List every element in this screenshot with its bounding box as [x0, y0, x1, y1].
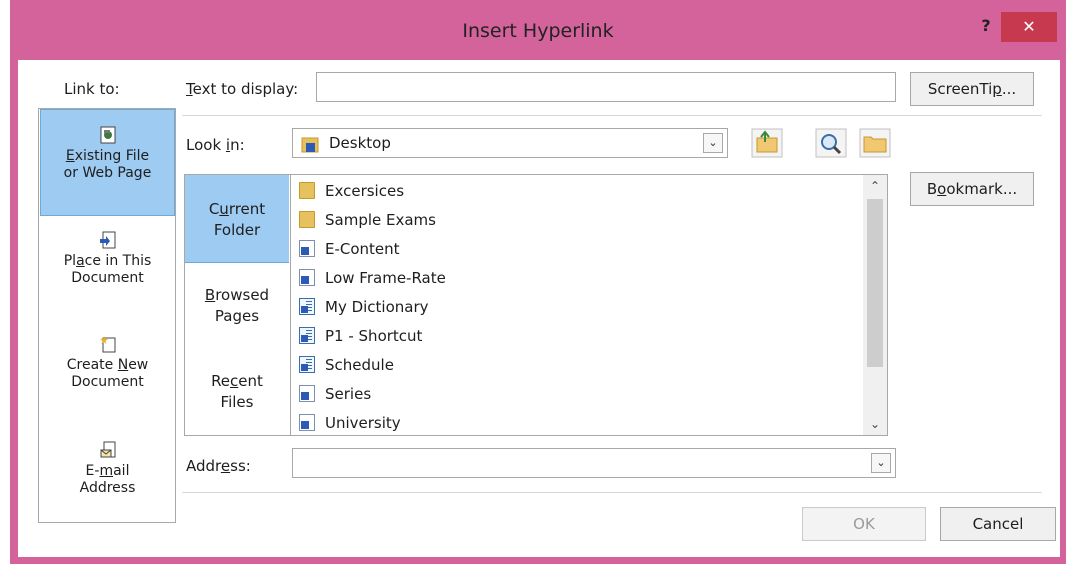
browse-file-icon[interactable] [859, 128, 891, 158]
list-item[interactable]: E-Content [299, 235, 400, 264]
separator [182, 115, 1042, 116]
tab-browsed-pages[interactable]: Browsed Pages [185, 285, 289, 335]
cancel-button[interactable]: Cancel [940, 507, 1056, 541]
existing-file-icon [100, 126, 115, 144]
text-to-display-label: Text to display: [186, 80, 299, 98]
address-label: Address: [186, 457, 251, 475]
new-document-icon [99, 336, 115, 353]
link-to-existing-file[interactable]: Existing File or Web Page [40, 109, 175, 216]
close-button[interactable]: ✕ [1001, 12, 1057, 42]
desktop-folder-icon [301, 137, 319, 153]
separator [182, 492, 1042, 493]
folder-icon [299, 211, 315, 228]
tab-recent-files[interactable]: Recent Files [185, 371, 289, 421]
screentip-button[interactable]: ScreenTip... [910, 72, 1034, 106]
document-shortcut-icon [299, 356, 315, 373]
tab-current-folder[interactable]: Current Folder [185, 175, 289, 263]
browse-web-icon[interactable] [815, 128, 847, 158]
link-to-place-in-document[interactable]: Place in This Document [40, 231, 175, 311]
shortcut-icon [299, 414, 315, 431]
list-item[interactable]: University [299, 409, 401, 435]
place-in-document-icon [99, 231, 115, 249]
list-item[interactable]: Low Frame-Rate [299, 264, 446, 293]
link-to-new-document[interactable]: Create New Document [40, 335, 175, 415]
document-shortcut-icon [299, 298, 315, 315]
title-bar[interactable]: Insert Hyperlink ? ✕ [10, 0, 1066, 60]
ok-button[interactable]: OK [802, 507, 926, 541]
text-to-display-input[interactable] [316, 72, 896, 102]
scroll-up-icon[interactable]: ⌃ [863, 175, 887, 197]
file-list[interactable]: Excersices Sample Exams E-Content Low Fr… [290, 174, 888, 436]
dialog-body: Link to: Existing File or Web Page Place… [18, 60, 1060, 557]
list-item[interactable]: Schedule [299, 351, 394, 380]
dialog-title: Insert Hyperlink [462, 20, 614, 42]
bookmark-button[interactable]: Bookmark... [910, 172, 1034, 206]
list-item[interactable]: My Dictionary [299, 293, 429, 322]
link-to-label: Link to: [64, 80, 120, 98]
chevron-down-icon[interactable]: ⌄ [703, 133, 723, 153]
look-in-label: Look in: [186, 136, 245, 154]
email-address-icon [100, 441, 115, 458]
chevron-down-icon[interactable]: ⌄ [871, 453, 891, 473]
look-in-value: Desktop [329, 134, 391, 152]
folder-icon [299, 182, 315, 199]
up-one-folder-icon[interactable] [751, 128, 783, 158]
list-item[interactable]: Series [299, 380, 371, 409]
link-to-email-address[interactable]: E-mail Address [40, 441, 175, 521]
help-button[interactable]: ? [975, 16, 997, 38]
vertical-scrollbar[interactable]: ⌃ ⌄ [863, 175, 887, 435]
browse-tabs: Current Folder Browsed Pages Recent File… [184, 174, 290, 436]
document-shortcut-icon [299, 327, 315, 344]
list-item[interactable]: P1 - Shortcut [299, 322, 422, 351]
list-item[interactable]: Sample Exams [299, 206, 436, 235]
dialog-window: Insert Hyperlink ? ✕ Link to: Existing F… [10, 0, 1066, 564]
shortcut-icon [299, 269, 315, 286]
list-item[interactable]: Excersices [299, 177, 404, 206]
link-to-panel: Existing File or Web Page Place in This … [38, 108, 176, 523]
shortcut-icon [299, 385, 315, 402]
shortcut-icon [299, 240, 315, 257]
scroll-down-icon[interactable]: ⌄ [863, 413, 887, 435]
look-in-combo[interactable]: Desktop ⌄ [292, 128, 728, 158]
scroll-thumb[interactable] [867, 199, 883, 367]
address-combo[interactable]: ⌄ [292, 448, 896, 478]
